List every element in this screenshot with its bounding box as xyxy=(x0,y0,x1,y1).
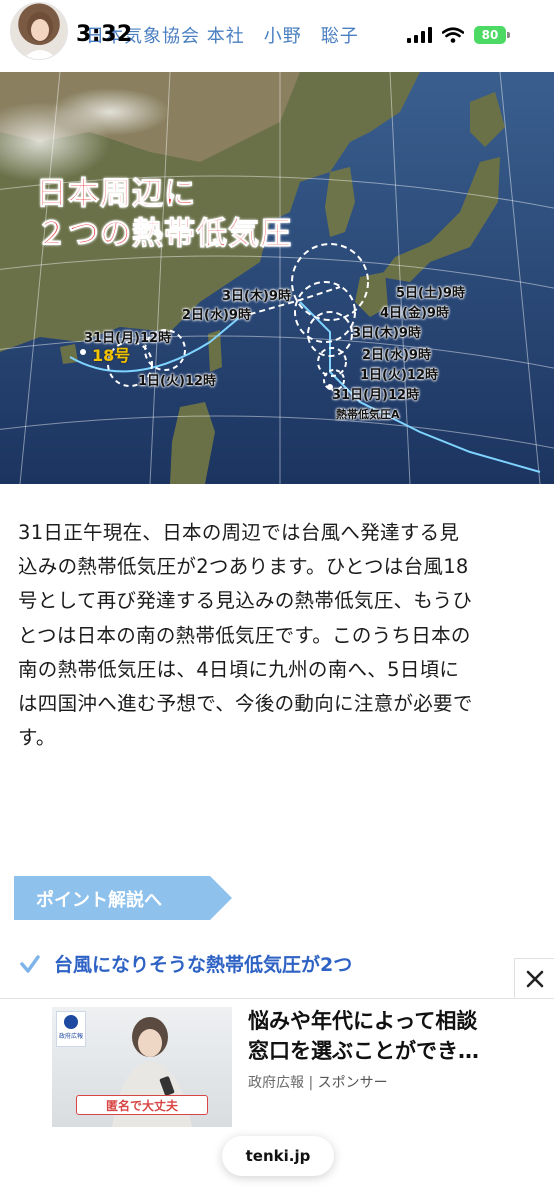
battery-level: 80 xyxy=(474,26,506,44)
map-label: 3日(木)9時 xyxy=(352,326,421,341)
ad-image[interactable]: 政府広報 匿名で大丈夫 xyxy=(52,1007,232,1127)
map-label: 1日(火)12時 xyxy=(138,374,217,389)
ad-badge: 政府広報 xyxy=(56,1011,86,1047)
article-line: す。 xyxy=(18,726,56,750)
wifi-icon xyxy=(442,27,464,43)
article-line: 込みの熱帯低気圧が2つあります。ひとつは台風18 xyxy=(18,555,469,579)
map-label: 5日(土)9時 xyxy=(396,286,465,301)
ad-sponsor: 政府広報 | スポンサー xyxy=(248,1075,388,1091)
battery-icon: 80 xyxy=(474,26,510,44)
ad-title-line: 悩みや年代によって相談 xyxy=(248,1009,478,1033)
map-title-line2: ２つの熱帯低気圧 xyxy=(36,216,292,253)
typhoon-forecast-map: 日本周辺に ２つの熱帯低気圧 3日(木)9時 2日(水)9時 31日(月)12時… xyxy=(0,72,554,484)
status-time: 3:32 xyxy=(76,22,133,47)
point-button-label: ポイント解説へ xyxy=(36,890,162,911)
typhoon-18-label: 18号 xyxy=(92,346,131,365)
map-title-line1: 日本周辺に xyxy=(36,176,196,213)
ad-title[interactable]: 悩みや年代によって相談 窓口を選ぶことができ… xyxy=(248,1006,508,1066)
map-graphic xyxy=(0,72,554,484)
ad-sponsor-name: 政府広報 xyxy=(248,1075,304,1091)
ad-sponsor-label: スポンサー xyxy=(317,1075,388,1091)
point-item-text: 台風になりそうな熱帯低気圧が2つ xyxy=(54,954,353,976)
map-label: 2日(水)9時 xyxy=(182,308,251,323)
article-line: とつは日本の南の熱帯低気圧です。このうち日本の xyxy=(18,623,471,647)
article-line: は四国沖へ進む予想で、今後の動向に注意が必要で xyxy=(18,692,473,716)
ad-title-line: 窓口を選ぶことができ… xyxy=(248,1039,479,1063)
point-item[interactable]: 台風になりそうな熱帯低気圧が2つ xyxy=(20,950,352,977)
map-label: 4日(金)9時 xyxy=(380,306,449,321)
page-header: 日本気象協会 本社 小野 聡子 3:32 80 xyxy=(0,0,554,72)
ad-close-button[interactable] xyxy=(514,958,554,998)
article-line: 号として再び発達する見込みの熱帯低気圧、もうひ xyxy=(18,589,473,613)
signal-icon xyxy=(407,27,432,43)
map-label: 3日(木)9時 xyxy=(222,289,291,304)
article-body: 31日正午現在、日本の周辺では台風へ発達する見 込みの熱帯低気圧が2つあります。… xyxy=(18,516,538,755)
article-line: 南の熱帯低気圧は、4日頃に九州の南へ、5日頃に xyxy=(18,657,460,681)
article-line: 31日正午現在、日本の周辺では台風へ発達する見 xyxy=(18,521,460,544)
map-label: 31日(月)12時 xyxy=(332,388,420,403)
url-text: tenki.jp xyxy=(245,1147,311,1165)
government-seal-icon xyxy=(64,1015,78,1029)
map-label: 2日(水)9時 xyxy=(362,348,431,363)
author-avatar[interactable] xyxy=(10,2,68,60)
map-label: 熱帯低気圧A xyxy=(336,408,400,421)
point-explanation-button[interactable]: ポイント解説へ xyxy=(14,876,232,920)
map-label: 1日(火)12時 xyxy=(360,368,439,383)
ad-image-caption: 匿名で大丈夫 xyxy=(76,1095,208,1115)
check-icon xyxy=(20,954,40,973)
status-icons: 80 xyxy=(407,26,510,44)
url-bar[interactable]: tenki.jp xyxy=(222,1136,334,1176)
close-icon xyxy=(526,970,543,987)
